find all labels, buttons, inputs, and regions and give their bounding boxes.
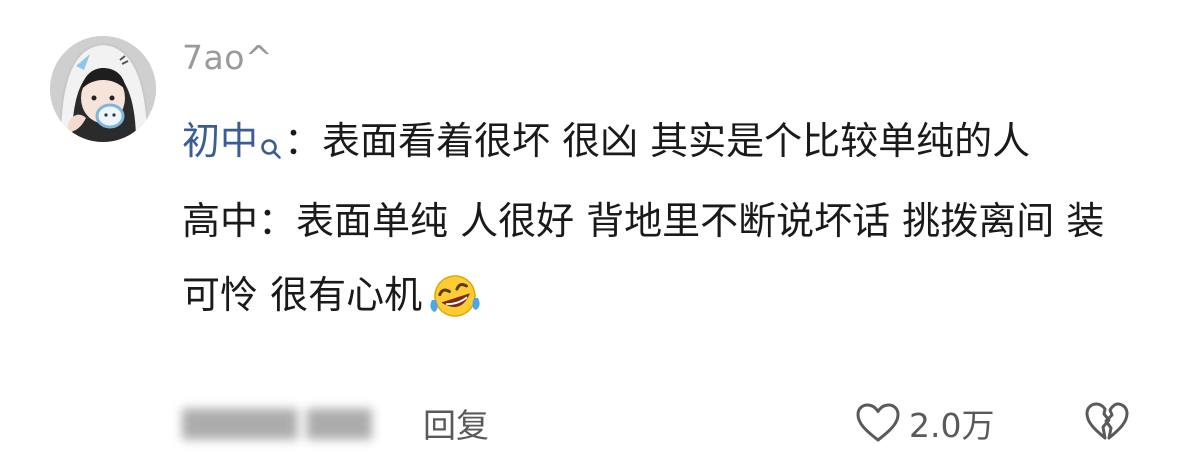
like-count: 2.0万 (909, 406, 995, 445)
broken-heart-icon (1085, 402, 1129, 440)
rolling-on-floor-laughing-emoji (426, 268, 484, 342)
comment-paragraph-2-term: 高中 (182, 199, 259, 243)
search-term-link[interactable]: 初中 (182, 119, 258, 163)
comment-footer: ▇▇▇▇▇ ▇▇▇ 回复 2.0万 (0, 395, 1179, 451)
comment-item: 7ao^ 初中 ：表面看着很坏 很凶 其实是个比较单纯的人 高中：表面单纯 人很好… (0, 0, 1179, 466)
username[interactable]: 7ao^ (182, 38, 273, 77)
comment-paragraph-2-text: ：表面单纯 人很好 背地里不断说坏话 挑拨离间 装可怜 很有心机 (182, 199, 1105, 317)
dislike-button[interactable] (1084, 401, 1130, 447)
search-icon[interactable] (260, 110, 282, 184)
comment-paragraph-1: 初中 ：表面看着很坏 很凶 其实是个比较单纯的人 (182, 104, 1142, 184)
reply-button[interactable]: 回复 (423, 399, 489, 447)
comment-paragraph-2: 高中：表面单纯 人很好 背地里不断说坏话 挑拨离间 装可怜 很有心机 (182, 184, 1142, 342)
avatar-image (50, 36, 156, 142)
comment-text: 初中 ：表面看着很坏 很凶 其实是个比较单纯的人 高中：表面单纯 人很好 背地里不… (182, 104, 1142, 342)
heart-icon (856, 403, 900, 442)
user-avatar[interactable] (50, 36, 156, 142)
comment-meta-blurred: ▇▇▇▇▇ ▇▇▇ (182, 405, 372, 440)
comment-paragraph-1-text: ：表面看着很坏 很凶 其实是个比较单纯的人 (284, 119, 1031, 163)
like-button[interactable]: 2.0万 (855, 399, 994, 447)
